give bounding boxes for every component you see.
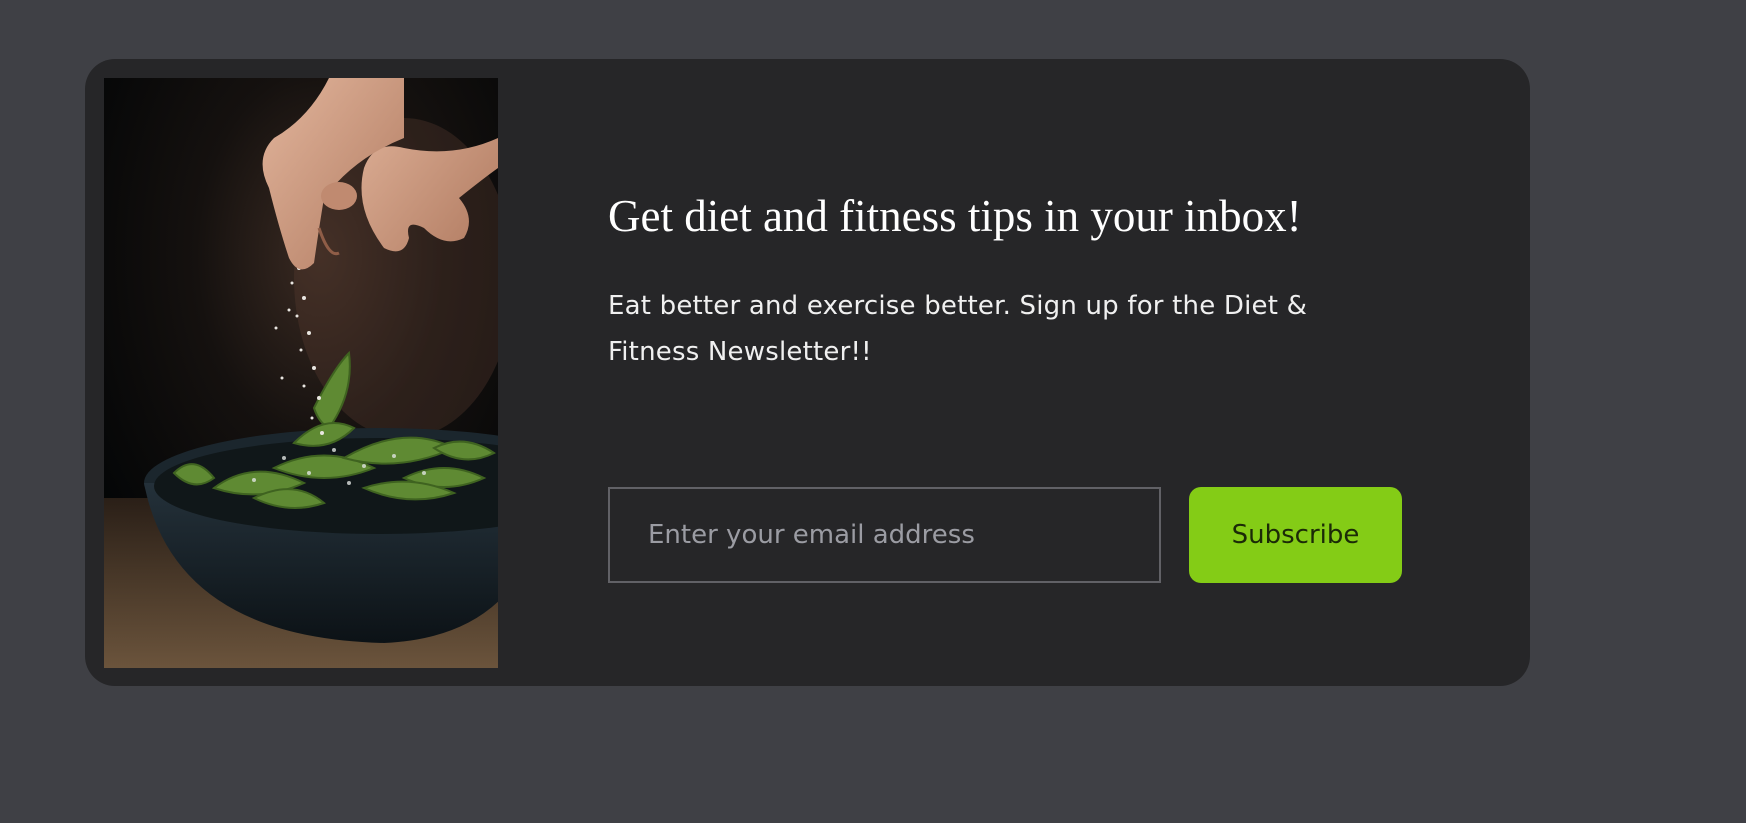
newsletter-headline: Get diet and fitness tips in your inbox! xyxy=(608,191,1302,241)
edamame-photo xyxy=(104,78,498,668)
newsletter-card: Get diet and fitness tips in your inbox!… xyxy=(85,59,1530,686)
email-input[interactable] xyxy=(608,487,1161,583)
edamame-illustration xyxy=(104,78,498,668)
subscribe-form: Subscribe xyxy=(608,487,1402,583)
subscribe-button[interactable]: Subscribe xyxy=(1189,487,1402,583)
newsletter-content: Get diet and fitness tips in your inbox!… xyxy=(608,189,1488,583)
newsletter-description: Eat better and exercise better. Sign up … xyxy=(608,291,1308,367)
